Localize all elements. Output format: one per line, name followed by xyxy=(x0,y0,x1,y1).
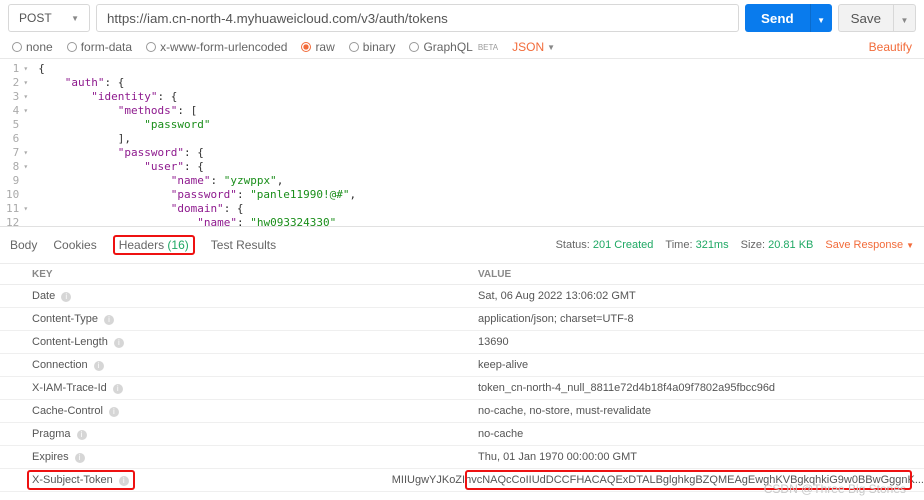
table-row: X-IAM-Trace-Iditoken_cn-north-4_null_881… xyxy=(0,377,924,400)
save-response[interactable]: Save Response ▼ xyxy=(825,239,914,251)
table-row: Connectionikeep-alive xyxy=(0,354,924,377)
info-icon[interactable]: i xyxy=(61,292,71,302)
header-value: application/json; charset=UTF-8 xyxy=(470,313,924,325)
bodytype-xwww[interactable]: x-www-form-urlencoded xyxy=(146,40,287,54)
size-label: Size: 20.81 KB xyxy=(741,239,814,251)
info-icon[interactable]: i xyxy=(75,453,85,463)
header-value: Thu, 01 Jan 1970 00:00:00 GMT xyxy=(470,451,924,463)
info-icon[interactable]: i xyxy=(113,384,123,394)
table-row: Cache-Controlino-cache, no-store, must-r… xyxy=(0,400,924,423)
info-icon[interactable]: i xyxy=(109,407,119,417)
header-value: no-cache, no-store, must-revalidate xyxy=(470,405,924,417)
header-key: Pragmai xyxy=(0,428,470,440)
bodytype-graphql[interactable]: GraphQLBETA xyxy=(409,40,498,54)
table-row: Pragmaino-cache xyxy=(0,423,924,446)
send-button[interactable]: Send xyxy=(745,4,810,32)
header-key: Cache-Controli xyxy=(0,405,470,417)
header-key: Connectioni xyxy=(0,359,470,371)
info-icon[interactable]: i xyxy=(104,315,114,325)
info-icon[interactable]: i xyxy=(94,361,104,371)
table-row: DateiSat, 06 Aug 2022 13:06:02 GMT xyxy=(0,285,924,308)
info-icon[interactable]: i xyxy=(77,430,87,440)
time-label: Time: 321ms xyxy=(665,239,728,251)
method-select[interactable]: POST ▼ xyxy=(8,4,90,32)
content-type-select[interactable]: JSON▼ xyxy=(512,40,555,54)
save-caret[interactable]: ▼ xyxy=(894,4,916,32)
send-caret[interactable]: ▼ xyxy=(810,4,832,32)
info-icon[interactable]: i xyxy=(119,476,129,486)
table-row: ExpiresiThu, 01 Jan 1970 00:00:00 GMT xyxy=(0,446,924,469)
status-label: Status: 201 Created xyxy=(556,239,654,251)
url-input[interactable] xyxy=(96,4,739,32)
tab-test-results[interactable]: Test Results xyxy=(211,238,276,252)
code-area[interactable]: { "auth": { "identity": { "methods": [ "… xyxy=(34,59,360,226)
header-value: keep-alive xyxy=(470,359,924,371)
header-key: Content-Lengthi xyxy=(0,336,470,348)
col-key: KEY xyxy=(0,269,470,280)
header-value: no-cache xyxy=(470,428,924,440)
table-row: Content-Typeiapplication/json; charset=U… xyxy=(0,308,924,331)
header-key: Content-Typei xyxy=(0,313,470,325)
bodytype-form-data[interactable]: form-data xyxy=(67,40,132,54)
header-key: X-IAM-Trace-Idi xyxy=(0,382,470,394)
bodytype-binary[interactable]: binary xyxy=(349,40,396,54)
chevron-down-icon: ▼ xyxy=(71,14,79,23)
header-key: Expiresi xyxy=(0,451,470,463)
header-key: Datei xyxy=(0,290,470,302)
table-row: X-Subject-TokeniMIIUgwYJKoZIhvcNAQcCoIIU… xyxy=(0,469,924,492)
header-value: 13690 xyxy=(470,336,924,348)
header-value: MIIUgwYJKoZIhvcNAQcCoIIUdDCCFHACAQExDTAL… xyxy=(384,474,924,486)
header-columns: KEY VALUE xyxy=(0,263,924,285)
line-gutter: 1▾2▾3▾4▾567▾8▾91011▾12131415 xyxy=(0,59,34,226)
header-value: token_cn-north-4_null_8811e72d4b18f4a09f… xyxy=(470,382,924,394)
method-label: POST xyxy=(19,11,52,25)
header-value: Sat, 06 Aug 2022 13:06:02 GMT xyxy=(470,290,924,302)
info-icon[interactable]: i xyxy=(114,338,124,348)
bodytype-none[interactable]: none xyxy=(12,40,53,54)
tab-headers[interactable]: Headers (16) xyxy=(113,235,195,255)
bodytype-raw[interactable]: raw xyxy=(301,40,334,54)
table-row: Content-Lengthi13690 xyxy=(0,331,924,354)
save-button[interactable]: Save xyxy=(838,4,894,32)
tab-cookies[interactable]: Cookies xyxy=(53,238,96,252)
beautify-link[interactable]: Beautify xyxy=(869,40,912,54)
col-value: VALUE xyxy=(470,269,924,280)
header-key: X-Subject-Tokeni xyxy=(0,474,384,486)
tab-body[interactable]: Body xyxy=(10,238,37,252)
body-editor[interactable]: 1▾2▾3▾4▾567▾8▾91011▾12131415 { "auth": {… xyxy=(0,58,924,226)
